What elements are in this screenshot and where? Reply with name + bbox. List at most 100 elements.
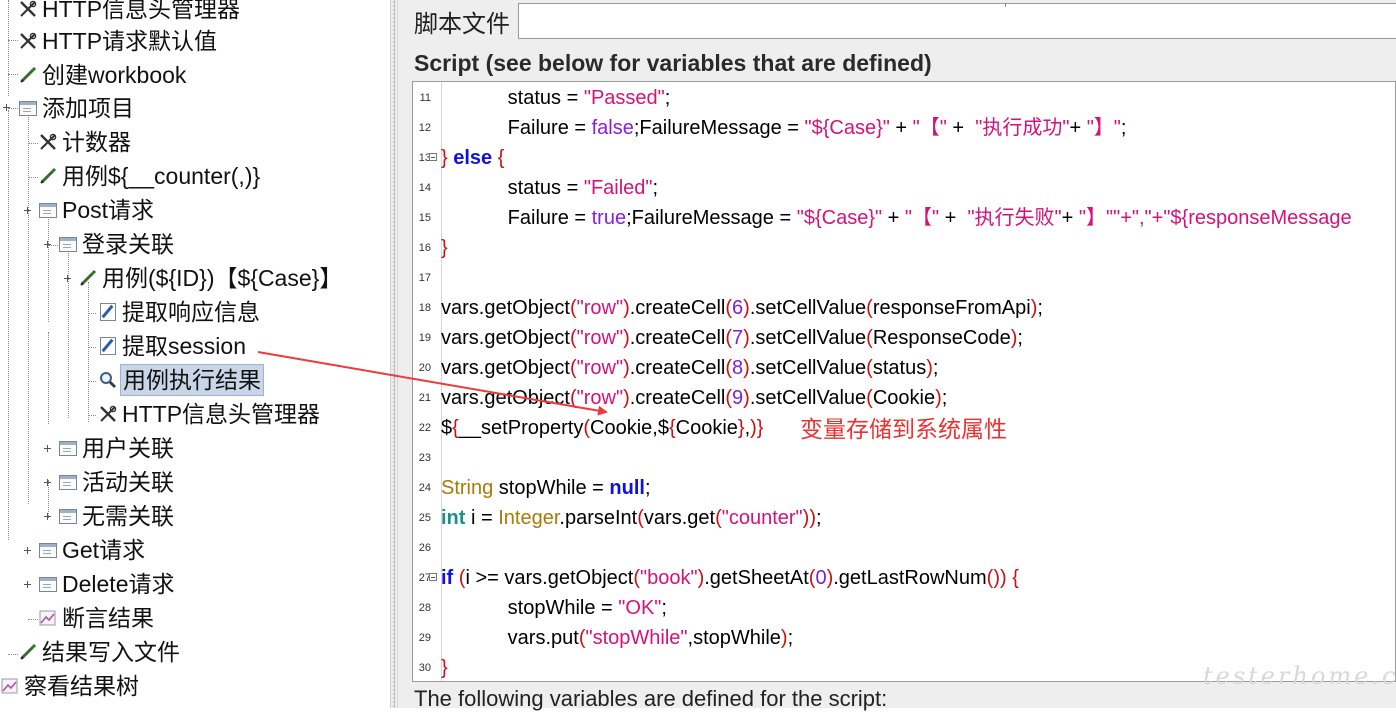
tree-node[interactable]: Delete请求 bbox=[38, 567, 176, 601]
script-editor[interactable]: 11 status = "Passed"; 12 Failure = false;… bbox=[412, 81, 1396, 682]
script-file-label: 脚本文件 bbox=[414, 10, 510, 38]
code-token: "】" bbox=[1078, 207, 1114, 229]
code-line[interactable]: 18 vars.getObject("row").createCell(6).se… bbox=[413, 293, 1395, 323]
code-text: stopWhile = "OK"; bbox=[441, 593, 667, 623]
code-token: ; bbox=[664, 87, 671, 109]
expand-handle-icon[interactable] bbox=[64, 275, 71, 282]
code-token: + bbox=[1061, 207, 1079, 229]
pen-icon bbox=[38, 166, 58, 186]
code-line[interactable]: 12 Failure = false;FailureMessage = "${C… bbox=[413, 113, 1395, 143]
code-line[interactable]: 13} else { bbox=[413, 143, 1395, 173]
code-line[interactable]: 16} bbox=[413, 233, 1395, 263]
line-number: 12 bbox=[418, 122, 431, 134]
fold-toggle-icon[interactable] bbox=[429, 573, 437, 581]
code-token: ( bbox=[866, 357, 873, 379]
expand-handle-icon[interactable] bbox=[24, 207, 31, 214]
line-number: 15 bbox=[418, 212, 431, 224]
tree-node[interactable]: 断言结果 bbox=[38, 601, 156, 635]
expand-handle-icon[interactable] bbox=[44, 445, 51, 452]
code-token: } bbox=[441, 657, 448, 679]
line-number: 21 bbox=[418, 392, 431, 404]
code-token: ( bbox=[725, 297, 733, 319]
expand-handle-icon[interactable] bbox=[3, 104, 10, 111]
variables-defined-label: The following variables are defined for … bbox=[414, 686, 888, 711]
code-line[interactable]: 21 vars.getObject("row").createCell(9).se… bbox=[413, 383, 1395, 413]
code-token: ( bbox=[715, 507, 722, 529]
tree-node[interactable]: Post请求 bbox=[38, 193, 156, 227]
code-token: 7 bbox=[732, 327, 744, 349]
code-line[interactable]: 14 status = "Failed"; bbox=[413, 173, 1395, 203]
code-line[interactable]: 15 Failure = true;FailureMessage = "${Ca… bbox=[413, 203, 1395, 233]
code-text: vars.getObject("row").createCell(6).setC… bbox=[441, 293, 1043, 323]
code-token: "OK" bbox=[618, 597, 662, 619]
tree-node[interactable]: HTTP信息头管理器 bbox=[98, 397, 322, 431]
expand-handle-icon[interactable] bbox=[24, 547, 31, 554]
tree-node[interactable]: 添加项目 bbox=[18, 91, 136, 125]
script-file-input[interactable] bbox=[518, 3, 1396, 39]
code-token: ( bbox=[866, 297, 873, 319]
tree-node[interactable]: 登录关联 bbox=[58, 227, 176, 261]
tree-node[interactable]: HTTP信息头管理器 bbox=[18, 0, 242, 26]
page-icon bbox=[38, 574, 58, 594]
code-line[interactable]: 24 String stopWhile = null; bbox=[413, 473, 1395, 503]
tree-node[interactable]: 用例(${ID})【${Case}】 bbox=[78, 261, 344, 295]
code-token: Cookie bbox=[872, 387, 936, 409]
tree-guide-line bbox=[88, 347, 96, 348]
tree-node[interactable]: 提取session bbox=[98, 329, 248, 363]
note-icon bbox=[98, 336, 118, 356]
code-line[interactable]: 17 bbox=[413, 263, 1395, 293]
code-line[interactable]: 25 int i = Integer.parseInt(vars.get("cou… bbox=[413, 503, 1395, 533]
expand-handle-icon[interactable] bbox=[44, 241, 51, 248]
code-line[interactable]: 28 stopWhile = "OK"; bbox=[413, 593, 1395, 623]
code-token: ()) bbox=[986, 567, 1007, 589]
tree-node[interactable]: 结果写入文件 bbox=[18, 635, 182, 669]
code-token: "row" bbox=[576, 297, 624, 319]
code-line[interactable]: 19 vars.getObject("row").createCell(7).se… bbox=[413, 323, 1395, 353]
tree-guide-line bbox=[28, 177, 38, 178]
test-plan-tree[interactable]: HTTP信息头管理器 HTTP请求默认值 创建workbook 添加项目 计数器 用例${… bbox=[0, 0, 390, 708]
code-token: ( bbox=[569, 387, 577, 409]
tree-node[interactable]: Get请求 bbox=[38, 533, 147, 567]
tree-node[interactable]: 用户关联 bbox=[58, 431, 176, 465]
expand-handle-icon[interactable] bbox=[24, 581, 31, 588]
code-token: .createCell bbox=[629, 297, 726, 319]
tree-node[interactable]: 无需关联 bbox=[58, 499, 176, 533]
tree-node[interactable]: 计数器 bbox=[38, 125, 133, 159]
page-icon bbox=[38, 200, 58, 220]
tree-node[interactable]: 创建workbook bbox=[18, 58, 188, 92]
code-token: ResponseCode bbox=[872, 327, 1011, 349]
expand-handle-icon[interactable] bbox=[44, 513, 51, 520]
tree-node[interactable]: 察看结果树 bbox=[0, 669, 141, 703]
tree-node-label: 用户关联 bbox=[82, 435, 174, 461]
tree-node[interactable]: 用例${__counter(,)} bbox=[38, 159, 262, 193]
code-line[interactable]: 11 status = "Passed"; bbox=[413, 83, 1395, 113]
code-line[interactable]: 26 bbox=[413, 533, 1395, 563]
page-icon bbox=[58, 506, 78, 526]
code-line[interactable]: 23 bbox=[413, 443, 1395, 473]
code-token: String bbox=[441, 477, 494, 499]
code-token: 0 bbox=[815, 567, 827, 589]
code-token: vars.getObject bbox=[441, 357, 570, 379]
tree-node[interactable]: 提取响应信息 bbox=[98, 295, 262, 329]
code-text: status = "Passed"; bbox=[441, 83, 671, 113]
code-token: 8 bbox=[732, 357, 744, 379]
code-text: int i = Integer.parseInt(vars.get("count… bbox=[441, 503, 822, 533]
code-token: ) bbox=[623, 327, 630, 349]
code-token: .setCellValue bbox=[749, 327, 867, 349]
line-number: 11 bbox=[419, 92, 431, 104]
tree-node[interactable]: 活动关联 bbox=[58, 465, 176, 499]
panel-splitter[interactable] bbox=[390, 0, 398, 708]
code-line[interactable]: 29 vars.put("stopWhile",stopWhile); bbox=[413, 623, 1395, 653]
tree-node-label: 用例执行结果 bbox=[120, 364, 264, 396]
code-token: "+","+"${responseMessage bbox=[1113, 207, 1352, 229]
line-number: 30 bbox=[418, 662, 431, 674]
code-token: $ bbox=[441, 417, 453, 439]
code-line[interactable]: 20 vars.getObject("row").createCell(8).se… bbox=[413, 353, 1395, 383]
tree-node[interactable]: 用例执行结果 bbox=[98, 363, 264, 397]
fold-toggle-icon[interactable] bbox=[429, 153, 437, 161]
code-line[interactable]: 27 if (i >= vars.getObject("book").getShe… bbox=[413, 563, 1395, 593]
expand-handle-icon[interactable] bbox=[44, 479, 51, 486]
tree-node[interactable]: HTTP请求默认值 bbox=[18, 24, 219, 58]
code-token: "】" bbox=[1086, 117, 1121, 139]
tree-guide-line bbox=[88, 282, 89, 422]
